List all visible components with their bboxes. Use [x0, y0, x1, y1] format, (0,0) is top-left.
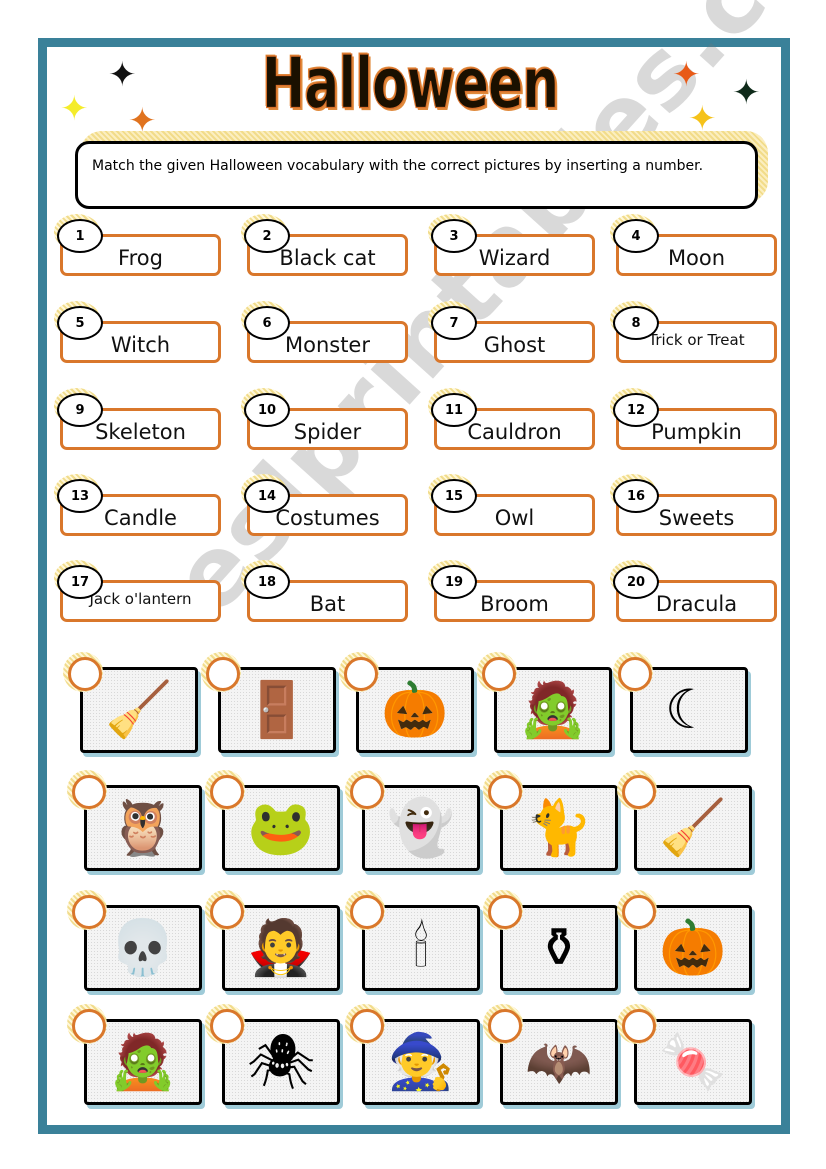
picture-grid: 🧹 🚪 🎃 🧟 ☾ 🦉 🐸 👻 🐈 🧹 💀 🧛 🕯 ⚱ 🎃 🧟 🕷 🧙 🦇 🍬 [63, 652, 766, 1125]
picture-card: 🧟 [477, 652, 612, 755]
vocab-card: Broom 19 [428, 560, 595, 622]
answer-circle[interactable] [206, 657, 240, 691]
picture-card: 🐈 [483, 770, 618, 873]
vocab-number: 14 [244, 479, 290, 513]
answer-circle[interactable] [350, 1009, 384, 1043]
picture-card: 🕷 [205, 1004, 340, 1107]
star-yellow-icon: ✦ [60, 89, 89, 129]
picture-card: 👻 [345, 770, 480, 873]
vocab-number: 15 [431, 479, 477, 513]
vocab-card: Sweets 16 [610, 474, 777, 536]
vocab-number: 17 [57, 565, 103, 599]
vocab-card: Ghost 7 [428, 301, 595, 363]
picture-card: 🦇 [483, 1004, 618, 1107]
vocab-number: 10 [244, 393, 290, 427]
vocab-card: Owl 15 [428, 474, 595, 536]
picture-card: 💀 [67, 890, 202, 993]
vocab-number: 8 [613, 306, 659, 340]
picture-card: ☾ [613, 652, 748, 755]
picture-card: 🧛 [205, 890, 340, 993]
vocab-card: Trick or Treat 8 [610, 301, 777, 363]
picture-card: 🐸 [205, 770, 340, 873]
vocab-card: Moon 4 [610, 214, 777, 276]
vocab-number: 1 [57, 219, 103, 253]
vocab-number: 16 [613, 479, 659, 513]
vocab-number: 19 [431, 565, 477, 599]
answer-circle[interactable] [72, 895, 106, 929]
vocab-card: Wizard 3 [428, 214, 595, 276]
vocab-card: Bat 18 [241, 560, 408, 622]
answer-circle[interactable] [482, 657, 516, 691]
vocab-number: 3 [431, 219, 477, 253]
picture-card: 🎃 [617, 890, 752, 993]
star-dark-green-icon: ✦ [732, 73, 761, 113]
answer-circle[interactable] [488, 775, 522, 809]
vocab-number: 18 [244, 565, 290, 599]
vocab-card: Skeleton 9 [54, 388, 221, 450]
vocab-card: Spider 10 [241, 388, 408, 450]
answer-circle[interactable] [618, 657, 652, 691]
answer-circle[interactable] [68, 657, 102, 691]
vocab-card: Costumes 14 [241, 474, 408, 536]
picture-card: 🧹 [617, 770, 752, 873]
instructions-box: Match the given Halloween vocabulary wit… [75, 141, 758, 209]
vocab-card: Witch 5 [54, 301, 221, 363]
vocab-number: 13 [57, 479, 103, 513]
vocab-card: Candle 13 [54, 474, 221, 536]
answer-circle[interactable] [488, 895, 522, 929]
picture-card: 🚪 [201, 652, 336, 755]
vocab-number: 5 [57, 306, 103, 340]
vocab-number: 9 [57, 393, 103, 427]
answer-circle[interactable] [622, 775, 656, 809]
picture-card: 🧟 [67, 1004, 202, 1107]
picture-card: 🧙 [345, 1004, 480, 1107]
picture-card: 🕯 [345, 890, 480, 993]
answer-circle[interactable] [72, 775, 106, 809]
vocab-number: 11 [431, 393, 477, 427]
vocab-number: 6 [244, 306, 290, 340]
vocab-card: Monster 6 [241, 301, 408, 363]
picture-card: ⚱ [483, 890, 618, 993]
vocab-number: 20 [613, 565, 659, 599]
vocab-number: 4 [613, 219, 659, 253]
picture-card: 🍬 [617, 1004, 752, 1107]
vocab-number: 12 [613, 393, 659, 427]
vocab-card: Cauldron 11 [428, 388, 595, 450]
answer-circle[interactable] [622, 895, 656, 929]
answer-circle[interactable] [72, 1009, 106, 1043]
vocab-card: Frog 1 [54, 214, 221, 276]
answer-circle[interactable] [350, 895, 384, 929]
vocab-number: 7 [431, 306, 477, 340]
vocab-card: Dracula 20 [610, 560, 777, 622]
answer-circle[interactable] [622, 1009, 656, 1043]
answer-circle[interactable] [210, 895, 244, 929]
vocab-card: Pumpkin 12 [610, 388, 777, 450]
answer-circle[interactable] [210, 1009, 244, 1043]
picture-card: 🧹 [63, 652, 198, 755]
answer-circle[interactable] [344, 657, 378, 691]
picture-card: 🦉 [67, 770, 202, 873]
vocab-card: Jack o'lantern 17 [54, 560, 221, 622]
vocabulary-grid: Frog 1 Black cat 2 Wizard 3 Moon 4 Witch 5 Monster… [54, 214, 778, 643]
answer-circle[interactable] [488, 1009, 522, 1043]
vocab-card: Black cat 2 [241, 214, 408, 276]
answer-circle[interactable] [210, 775, 244, 809]
answer-circle[interactable] [350, 775, 384, 809]
vocab-number: 2 [244, 219, 290, 253]
picture-card: 🎃 [339, 652, 474, 755]
